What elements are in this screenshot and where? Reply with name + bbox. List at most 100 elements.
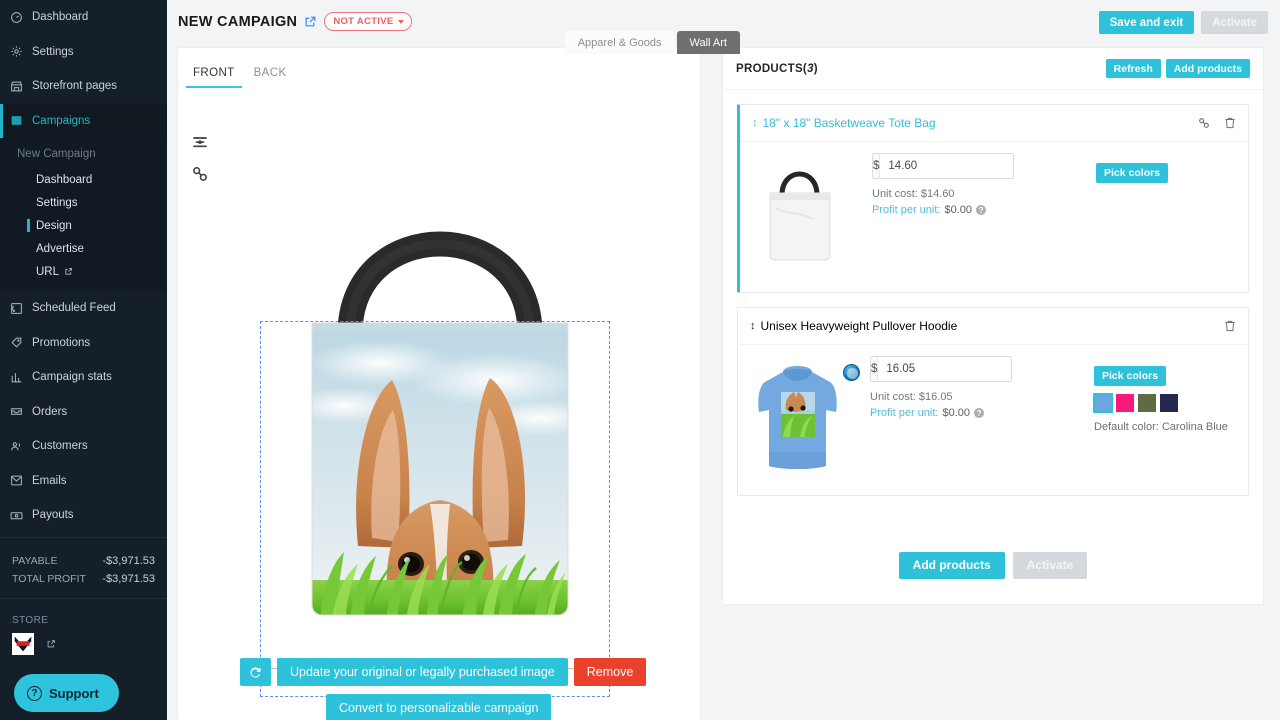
refresh-icon[interactable] — [240, 658, 271, 686]
design-selection-box[interactable] — [260, 321, 610, 697]
product-card-header: ↕ 18" x 18" Basketweave Tote Bag — [740, 105, 1248, 142]
product-name-wrap: ↕ 18" x 18" Basketweave Tote Bag — [752, 116, 936, 130]
sidebar-subitem-url[interactable]: URL — [0, 260, 167, 283]
default-color-label: Default color: Carolina Blue — [1094, 421, 1228, 433]
subitem-label: Dashboard — [36, 173, 93, 186]
sidebar-label: Campaign stats — [32, 371, 112, 384]
price-field[interactable]: $ — [872, 153, 1014, 179]
currency-symbol: $ — [871, 357, 879, 381]
product-card-hoodie[interactable]: ↕ Unisex Heavyweight Pullover Hoodie $ 1… — [737, 307, 1249, 496]
subitem-label: Design — [36, 219, 72, 232]
product-colors-col: Pick colors Default color: Carolina Blue — [1014, 356, 1228, 481]
profit-label: Profit per unit: — [872, 204, 941, 216]
product-card-tote-bag[interactable]: ↕ 18" x 18" Basketweave Tote Bag $ 14.60… — [737, 104, 1249, 293]
currency-symbol: $ — [873, 154, 881, 178]
support-button[interactable]: ? Support — [14, 674, 119, 712]
product-name: 18" x 18" Basketweave Tote Bag — [762, 116, 936, 130]
product-name-wrap: ↕ Unisex Heavyweight Pullover Hoodie — [750, 319, 957, 333]
unit-cost-label: Unit cost: $14.60 — [872, 188, 955, 200]
activate-button-footer[interactable]: Activate — [1012, 551, 1088, 579]
question-mark-icon: ? — [27, 685, 42, 701]
remove-button[interactable]: Remove — [573, 658, 647, 686]
trash-icon[interactable] — [1223, 319, 1237, 333]
sidebar-subitem-design[interactable]: Design — [0, 214, 167, 237]
product-colors-col: Pick colors — [1016, 153, 1169, 278]
price-field[interactable]: $ — [870, 356, 1012, 382]
product-card-header: ↕ Unisex Heavyweight Pullover Hoodie — [738, 308, 1248, 345]
refresh-button[interactable]: Refresh — [1105, 59, 1161, 78]
drag-handle-icon[interactable]: ↕ — [750, 320, 756, 332]
profit-label: Profit per unit: — [870, 407, 939, 419]
tab-front[interactable]: FRONT — [186, 64, 242, 88]
divider — [0, 536, 167, 538]
sidebar-item-scheduled-feed[interactable]: Scheduled Feed — [0, 291, 167, 326]
product-thumbnail-hoodie — [758, 366, 837, 469]
design-bottom-actions: Update your original or legally purchase… — [240, 658, 680, 720]
sidebar-label: Customers — [32, 440, 88, 453]
store-external-link-icon[interactable] — [46, 639, 56, 649]
tab-back[interactable]: BACK — [247, 64, 294, 88]
profit-value: $0.00 — [942, 407, 971, 419]
store-logo-icon[interactable] — [12, 632, 34, 655]
store-row — [12, 632, 155, 655]
bar-chart-icon — [10, 371, 23, 384]
color-swatch-olive[interactable] — [1138, 394, 1156, 412]
support-label: Support — [49, 685, 99, 701]
activate-button-top[interactable]: Activate — [1201, 11, 1268, 34]
color-swatch-pink[interactable] — [1116, 394, 1134, 412]
save-and-exit-button[interactable]: Save and exit — [1098, 11, 1195, 34]
store-section: STORE — [0, 603, 167, 655]
help-icon[interactable]: ? — [976, 205, 987, 215]
sidebar-item-orders[interactable]: Orders — [0, 395, 167, 430]
sidebar-item-customers[interactable]: Customers — [0, 429, 167, 464]
sidebar-item-campaigns[interactable]: Campaigns — [0, 103, 167, 138]
status-badge[interactable]: NOT ACTIVE — [324, 12, 412, 31]
sidebar-subitem-settings[interactable]: Settings — [0, 191, 167, 214]
link-icon[interactable] — [1197, 116, 1211, 130]
convert-to-personalizable-button[interactable]: Convert to personalizable campaign — [326, 694, 552, 720]
color-swatch-carolina-blue[interactable] — [1093, 393, 1113, 413]
design-canvas[interactable] — [178, 103, 700, 697]
design-side-tabs: FRONT BACK — [178, 48, 700, 88]
sidebar-item-dashboard[interactable]: Dashboard — [0, 0, 167, 35]
trash-icon[interactable] — [1223, 116, 1237, 130]
sidebar-item-campaign-stats[interactable]: Campaign stats — [0, 360, 167, 395]
tab-apparel-and-goods[interactable]: Apparel & Goods — [564, 31, 675, 54]
update-image-button[interactable]: Update your original or legally purchase… — [277, 658, 568, 686]
sidebar-label: Promotions — [32, 336, 91, 349]
total-profit-row: TOTAL PROFIT -$3,971.53 — [12, 570, 155, 588]
store-label: STORE — [12, 614, 49, 626]
payable-value: -$3,971.53 — [102, 554, 155, 567]
chevron-down-icon — [397, 19, 404, 24]
sidebar-subnav: New Campaign Dashboard Settings Design A… — [0, 138, 167, 291]
product-thumbnail-wrap — [750, 356, 860, 481]
price-input[interactable] — [878, 357, 1011, 381]
tab-wall-art[interactable]: Wall Art — [676, 31, 740, 54]
sidebar-item-payouts[interactable]: Payouts — [0, 498, 167, 533]
product-name: Unisex Heavyweight Pullover Hoodie — [760, 319, 958, 333]
sidebar-item-emails[interactable]: Emails — [0, 464, 167, 499]
sidebar-item-storefront-pages[interactable]: Storefront pages — [0, 69, 167, 104]
add-products-button-header[interactable]: Add products — [1165, 59, 1250, 78]
design-panel: FRONT BACK Update your original or legal… — [178, 48, 700, 720]
products-header-buttons: Refresh Add products — [1105, 59, 1250, 78]
pinterest-badge-icon[interactable] — [843, 364, 860, 381]
speedometer-icon — [10, 11, 23, 24]
pick-colors-button[interactable]: Pick colors — [1096, 163, 1169, 183]
sidebar-item-settings[interactable]: Settings — [0, 35, 167, 70]
feed-icon — [10, 302, 23, 315]
divider — [0, 597, 167, 599]
products-panel-header: PRODUCTS(3) Refresh Add products — [723, 48, 1263, 90]
price-input[interactable] — [880, 154, 1013, 178]
sidebar-subitem-advertise[interactable]: Advertise — [0, 237, 167, 260]
sidebar-subitem-dashboard[interactable]: Dashboard — [0, 168, 167, 191]
sidebar-item-promotions[interactable]: Promotions — [0, 326, 167, 361]
pick-colors-button[interactable]: Pick colors — [1094, 366, 1167, 386]
drag-handle-icon[interactable]: ↕ — [752, 117, 758, 129]
envelope-icon — [10, 474, 23, 487]
help-icon[interactable]: ? — [974, 408, 985, 418]
add-products-button-footer[interactable]: Add products — [898, 551, 1005, 579]
color-swatch-navy[interactable] — [1160, 394, 1178, 412]
open-external-icon[interactable] — [304, 15, 317, 28]
tag-icon — [10, 336, 23, 349]
